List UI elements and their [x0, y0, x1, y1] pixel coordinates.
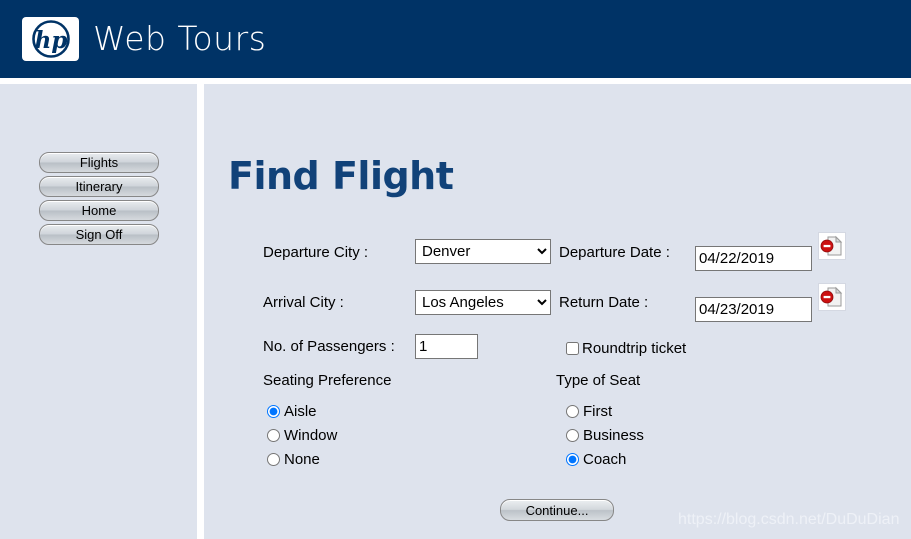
seating-option-aisle[interactable]: Aisle: [267, 403, 317, 420]
seating-label-none: None: [284, 451, 320, 468]
seating-label-aisle: Aisle: [284, 403, 317, 420]
roundtrip-label: Roundtrip ticket: [582, 340, 687, 357]
departure-date-calendar-broken-image-icon[interactable]: [818, 232, 846, 260]
departure-city-select[interactable]: Denver: [415, 239, 551, 264]
page-root: hp Web Tours Flights Itinerary Home Sign…: [0, 0, 911, 539]
passengers-label: No. of Passengers :: [263, 338, 395, 355]
seating-radio-aisle[interactable]: [267, 405, 280, 418]
seating-radio-window[interactable]: [267, 429, 280, 442]
return-date-input[interactable]: [695, 297, 812, 322]
continue-button[interactable]: Continue...: [500, 499, 614, 521]
return-date-label: Return Date :: [559, 294, 649, 311]
roundtrip-checkbox-row[interactable]: Roundtrip ticket: [566, 340, 686, 357]
seat-type-radio-business[interactable]: [566, 429, 579, 442]
hp-logo: hp: [22, 17, 79, 61]
seat-type-radio-coach[interactable]: [566, 453, 579, 466]
hp-logo-icon: hp: [31, 20, 70, 58]
arrival-city-label: Arrival City :: [263, 294, 344, 311]
seat-type-label-first: First: [583, 403, 613, 420]
roundtrip-checkbox[interactable]: [566, 342, 579, 355]
broken-image-icon: [820, 235, 843, 256]
broken-image-icon: [820, 286, 843, 307]
seat-type-radio-first[interactable]: [566, 405, 579, 418]
arrival-city-select[interactable]: Los Angeles: [415, 290, 551, 315]
find-flight-form: Departure City : Denver Departure Date :…: [204, 84, 911, 539]
sidebar-panel: Flights Itinerary Home Sign Off: [0, 84, 197, 539]
seating-radio-none[interactable]: [267, 453, 280, 466]
sidebar-item-flights[interactable]: Flights: [39, 152, 159, 173]
seating-option-window[interactable]: Window: [267, 427, 337, 444]
seat-type-option-coach[interactable]: Coach: [566, 451, 626, 468]
return-date-calendar-broken-image-icon[interactable]: [818, 283, 846, 311]
seat-type-label-coach: Coach: [583, 451, 627, 468]
departure-date-label: Departure Date :: [559, 244, 670, 261]
passengers-input[interactable]: [415, 334, 478, 359]
seating-label-window: Window: [284, 427, 338, 444]
sidebar-nav: Flights Itinerary Home Sign Off: [39, 152, 159, 248]
site-header: hp Web Tours: [0, 0, 911, 78]
seat-type-option-first[interactable]: First: [566, 403, 612, 420]
seat-type-label-business: Business: [583, 427, 644, 444]
departure-date-input[interactable]: [695, 246, 812, 271]
main-panel: Find Flight Departure City : Denver Depa…: [204, 84, 911, 539]
sidebar-item-signoff[interactable]: Sign Off: [39, 224, 159, 245]
seating-preference-title: Seating Preference: [263, 372, 392, 389]
seat-type-option-business[interactable]: Business: [566, 427, 644, 444]
sidebar-item-itinerary[interactable]: Itinerary: [39, 176, 159, 197]
seating-option-none[interactable]: None: [267, 451, 320, 468]
seat-type-title: Type of Seat: [556, 372, 641, 389]
departure-city-label: Departure City :: [263, 244, 369, 261]
sidebar-item-home[interactable]: Home: [39, 200, 159, 221]
brand-title: Web Tours: [93, 19, 267, 58]
